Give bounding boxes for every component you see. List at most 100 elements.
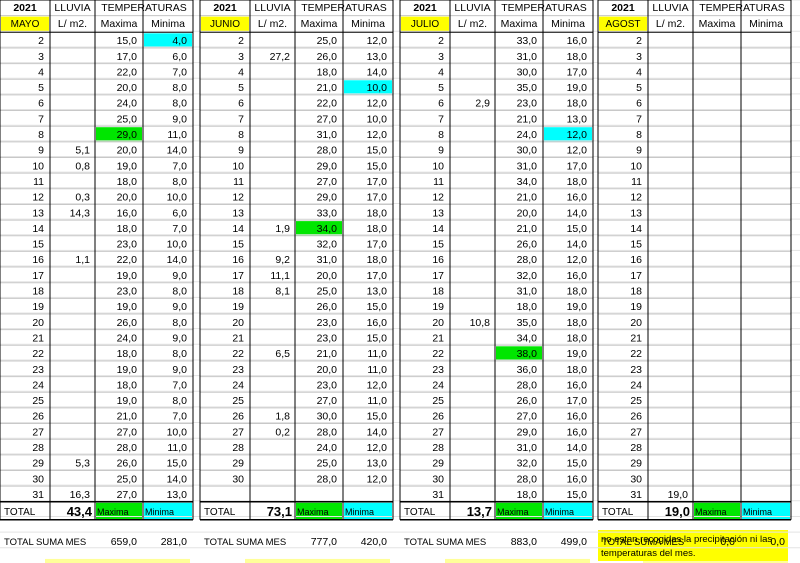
rain-cell: 6,5	[275, 348, 290, 360]
day-cell: 21	[630, 332, 642, 344]
min-temp-cell: 15,0	[567, 223, 588, 235]
day-cell: 15	[630, 239, 642, 251]
day-cell: 2	[38, 35, 44, 47]
day-cell: 12	[630, 192, 642, 204]
min-temp-cell: 13,0	[567, 113, 588, 125]
min-temp-cell: 16,0	[567, 379, 588, 391]
day-cell: 19	[432, 301, 444, 313]
max-temp-cell: 18,0	[117, 223, 138, 235]
max-temp-cell: 24,0	[317, 442, 338, 454]
min-temp-cell: 12,0	[367, 473, 388, 485]
day-cell: 9	[38, 145, 44, 157]
min-temp-cell: 14,0	[167, 254, 188, 266]
max-temp-cell: 20,0	[117, 145, 138, 157]
min-col-header: Minima	[551, 18, 585, 30]
min-temp-cell: 18,0	[367, 254, 388, 266]
max-temp-cell: 26,0	[317, 301, 338, 313]
temperatures-header: TEMPERATURAS	[101, 2, 187, 14]
rain-cell: 2,9	[475, 98, 490, 110]
min-temp-cell: 13,0	[367, 286, 388, 298]
min-temp-cell: 19,0	[567, 82, 588, 94]
day-cell: 27	[630, 426, 642, 438]
suma-min-value: 0,0	[770, 536, 785, 548]
total-label: TOTAL	[4, 507, 36, 518]
day-cell: 24	[32, 379, 44, 391]
rain-header: LLUVIA	[54, 2, 90, 14]
day-cell: 6	[38, 98, 44, 110]
day-cell: 23	[232, 364, 244, 376]
min-temp-cell: 18,0	[567, 332, 588, 344]
day-cell: 27	[432, 426, 444, 438]
min-temp-cell: 7,0	[172, 66, 187, 78]
total-label: TOTAL	[602, 507, 634, 518]
day-cell: 29	[630, 458, 642, 470]
min-temp-cell: 16,0	[567, 35, 588, 47]
temperatures-header: TEMPERATURAS	[501, 2, 587, 14]
max-temp-cell: 28,0	[317, 145, 338, 157]
day-cell: 14	[432, 223, 444, 235]
min-col-header: Minima	[151, 18, 185, 30]
min-temp-cell: 9,0	[172, 364, 187, 376]
max-temp-cell: 25,0	[117, 473, 138, 485]
day-cell: 6	[238, 98, 244, 110]
suma-min-value: 499,0	[561, 536, 587, 548]
day-cell: 11	[233, 176, 244, 188]
min-temp-cell: 12,0	[367, 442, 388, 454]
max-temp-cell: 35,0	[517, 317, 538, 329]
day-cell: 16	[432, 254, 444, 266]
max-temp-cell: 20,0	[317, 364, 338, 376]
min-temp-cell: 4,0	[172, 35, 187, 47]
max-temp-cell: 29,0	[517, 426, 538, 438]
day-cell: 26	[32, 411, 44, 423]
min-temp-cell: 17,0	[367, 192, 388, 204]
max-temp-cell: 21,0	[517, 113, 538, 125]
day-cell: 3	[238, 51, 244, 63]
day-cell: 12	[32, 192, 44, 204]
min-temp-cell: 12,0	[567, 129, 588, 141]
total-min-label: Minima	[743, 507, 772, 517]
day-cell: 26	[232, 411, 244, 423]
spreadsheet-grid[interactable]: 2021 LLUVIA TEMPERATURASMAYO L/ m2. Maxima Mi…	[0, 0, 800, 563]
min-temp-cell: 10,0	[167, 426, 188, 438]
max-temp-cell: 17,0	[117, 51, 138, 63]
max-temp-cell: 24,0	[517, 129, 538, 141]
max-col-header: Maxima	[501, 18, 538, 30]
min-temp-cell: 17,0	[567, 66, 588, 78]
day-cell: 13	[432, 207, 444, 219]
min-temp-cell: 12,0	[367, 35, 388, 47]
day-cell: 5	[636, 82, 642, 94]
max-temp-cell: 27,0	[317, 176, 338, 188]
max-temp-cell: 24,0	[117, 98, 138, 110]
min-col-header: Minima	[749, 18, 783, 30]
day-cell: 13	[630, 207, 642, 219]
note-line-2: temperaturas del mes.	[601, 548, 696, 559]
day-cell: 16	[232, 254, 244, 266]
min-temp-cell: 17,0	[367, 176, 388, 188]
max-temp-cell: 34,0	[517, 332, 538, 344]
day-cell: 28	[232, 442, 244, 454]
note-line-1: no estan recogidas la precipitación ni l…	[601, 534, 772, 545]
rain-unit: L/ m2.	[656, 18, 685, 30]
min-temp-cell: 18,0	[367, 223, 388, 235]
min-temp-cell: 17,0	[567, 395, 588, 407]
min-temp-cell: 8,0	[172, 348, 187, 360]
max-temp-cell: 32,0	[517, 270, 538, 282]
day-cell: 9	[636, 145, 642, 157]
max-temp-cell: 25,0	[317, 286, 338, 298]
rain-header: LLUVIA	[254, 2, 290, 14]
rain-cell: 1,9	[275, 223, 290, 235]
min-temp-cell: 12,0	[567, 145, 588, 157]
total-max-label: Maxima	[297, 507, 329, 517]
day-cell: 4	[636, 66, 642, 78]
temperatures-header: TEMPERATURAS	[301, 2, 387, 14]
max-temp-cell: 30,0	[317, 411, 338, 423]
min-temp-cell: 8,0	[172, 286, 187, 298]
min-temp-cell: 18,0	[567, 317, 588, 329]
min-temp-cell: 18,0	[567, 98, 588, 110]
day-cell: 21	[432, 332, 444, 344]
total-max-label: Maxima	[497, 507, 529, 517]
day-cell: 19	[232, 301, 244, 313]
day-cell: 20	[630, 317, 642, 329]
month-label: JUNIO	[210, 19, 240, 30]
min-temp-cell: 16,0	[567, 473, 588, 485]
